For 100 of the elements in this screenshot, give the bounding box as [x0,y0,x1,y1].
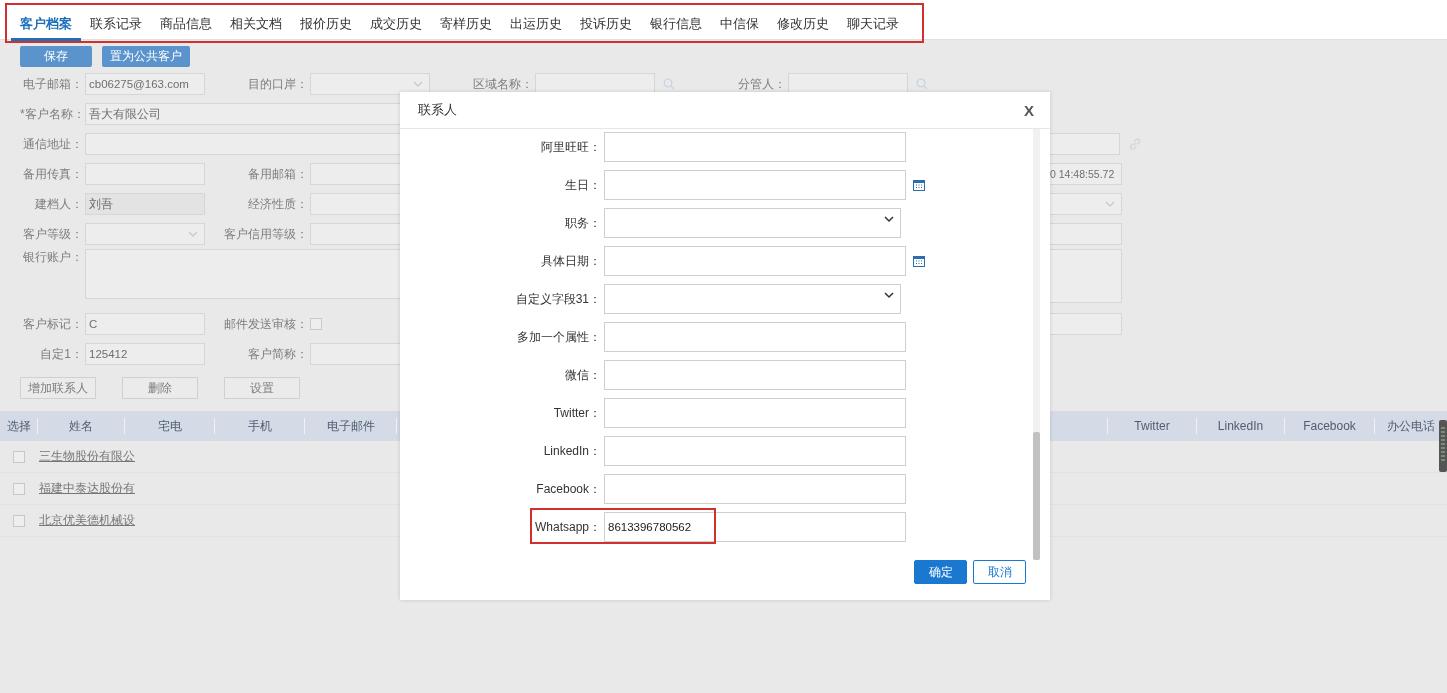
field-label: 区域名称： [472,75,534,93]
field-label: 客户信用等级： [223,225,309,243]
field-label: 职务： [564,214,602,232]
tab[interactable]: 成交历史 [361,5,431,41]
field-label: 备用邮箱： [247,165,309,183]
tab[interactable]: 聊天记录 [838,5,908,41]
text-field[interactable]: C [85,313,205,335]
text-field[interactable] [604,398,906,428]
column-header: 姓名 [38,418,125,434]
field-label: 多加一个属性： [516,328,602,346]
tab[interactable]: 商品信息 [151,5,221,41]
toolbar-button[interactable]: 保存 [20,46,92,67]
action-button[interactable]: 增加联系人 [20,377,96,399]
calendar-icon[interactable] [913,179,925,191]
field-label: 阿里旺旺： [540,138,602,156]
field-label: 自定1： [39,345,84,363]
contact-link[interactable]: 福建中泰达股份有 [39,480,135,497]
chevron-icon [413,80,423,88]
field-label: 自定义字段31： [514,290,602,308]
tab[interactable]: 相关文档 [221,5,291,41]
field-label: 客户等级： [22,225,84,243]
field-label: 银行账户： [22,249,84,266]
text-field[interactable] [1048,223,1122,245]
field-label: 微信： [564,366,602,384]
close-button[interactable]: X [1020,101,1038,119]
field-label: 通信地址： [22,135,84,153]
row-checkbox[interactable] [13,450,25,463]
field-label: 建档人： [34,195,84,213]
field-label: Facebook： [535,480,602,498]
calendar-icon[interactable] [913,255,925,267]
text-field[interactable] [604,132,906,162]
field-label: 具体日期： [540,252,602,270]
search-field[interactable] [788,73,908,95]
action-button[interactable]: 删除 [122,377,198,399]
text-field[interactable] [604,474,906,504]
toolbar-button[interactable]: 置为公共客户 [102,46,190,67]
tab[interactable]: 中信保 [711,5,768,41]
field-label: 邮件发送审核： [223,315,309,333]
link-icon[interactable] [1128,137,1142,151]
field-label: 备用传真： [22,165,84,183]
text-field[interactable] [604,360,906,390]
select-field[interactable] [604,284,901,314]
text-field[interactable] [604,436,906,466]
confirm-button[interactable]: 确定 [914,560,967,584]
tab[interactable]: 修改历史 [768,5,838,41]
tab[interactable]: 联系记录 [81,5,151,41]
field-label: 目的口岸： [247,75,309,93]
field-label: 电子邮箱： [22,75,84,93]
field-label: 客户简称： [247,345,309,363]
tab[interactable]: 出运历史 [501,5,571,41]
row-checkbox[interactable] [13,482,25,495]
field-label: 分管人： [737,75,787,93]
field-label: 客户标记： [22,315,84,333]
column-header: 办公电话 [1386,418,1436,434]
column-header: 手机 [215,418,305,434]
text-field[interactable] [604,246,906,276]
text-field[interactable] [604,170,906,200]
tab[interactable]: 投诉历史 [571,5,641,41]
chevron-icon [1105,200,1115,208]
select-field[interactable] [1048,193,1122,215]
field-label: 经济性质： [247,195,309,213]
contact-link[interactable]: 三生物股份有限公 [39,448,135,465]
select-field[interactable] [85,223,205,245]
checkbox[interactable] [310,318,322,330]
text-field[interactable]: 刘吾 [85,193,205,215]
text-area[interactable] [1048,249,1122,303]
search-icon[interactable] [916,78,928,90]
row-checkbox[interactable] [13,514,25,527]
column-header: 宅电 [125,418,215,434]
text-field[interactable]: 8613396780562 [604,512,906,542]
search-icon[interactable] [663,78,675,90]
chevron-icon [884,215,894,223]
text-field[interactable]: 125412 [85,343,205,365]
contact-link[interactable]: 北京优美德机械设 [39,512,135,529]
text-field[interactable] [1048,313,1122,335]
dialog-title: 联系人 [418,101,457,119]
column-header: Twitter [1107,418,1197,434]
action-button[interactable]: 设置 [224,377,300,399]
text-field[interactable]: 0 14:48:55.72 [1048,163,1122,185]
column-header: Facebook [1285,418,1375,434]
field-label: Twitter： [552,404,602,422]
text-field[interactable]: cb06275@163.com [85,73,205,95]
field-label: 生日： [564,176,602,194]
search-field[interactable] [535,73,655,95]
scrollbar[interactable] [1033,129,1040,560]
chevron-icon [188,230,198,238]
tab[interactable]: 客户档案 [11,5,81,41]
field-label: Whatsapp： [533,518,602,536]
side-handle-icon[interactable] [1439,420,1447,472]
select-field[interactable] [310,73,430,95]
cancel-button[interactable]: 取消 [973,560,1026,584]
tab[interactable]: 报价历史 [291,5,361,41]
chevron-icon [884,291,894,299]
column-header: LinkedIn [1197,418,1285,434]
select-field[interactable] [604,208,901,238]
field-label: *客户名称： [20,105,85,123]
text-field[interactable] [604,322,906,352]
tab[interactable]: 寄样历史 [431,5,501,41]
tab[interactable]: 银行信息 [641,5,711,41]
column-header: 选择 [0,418,38,434]
